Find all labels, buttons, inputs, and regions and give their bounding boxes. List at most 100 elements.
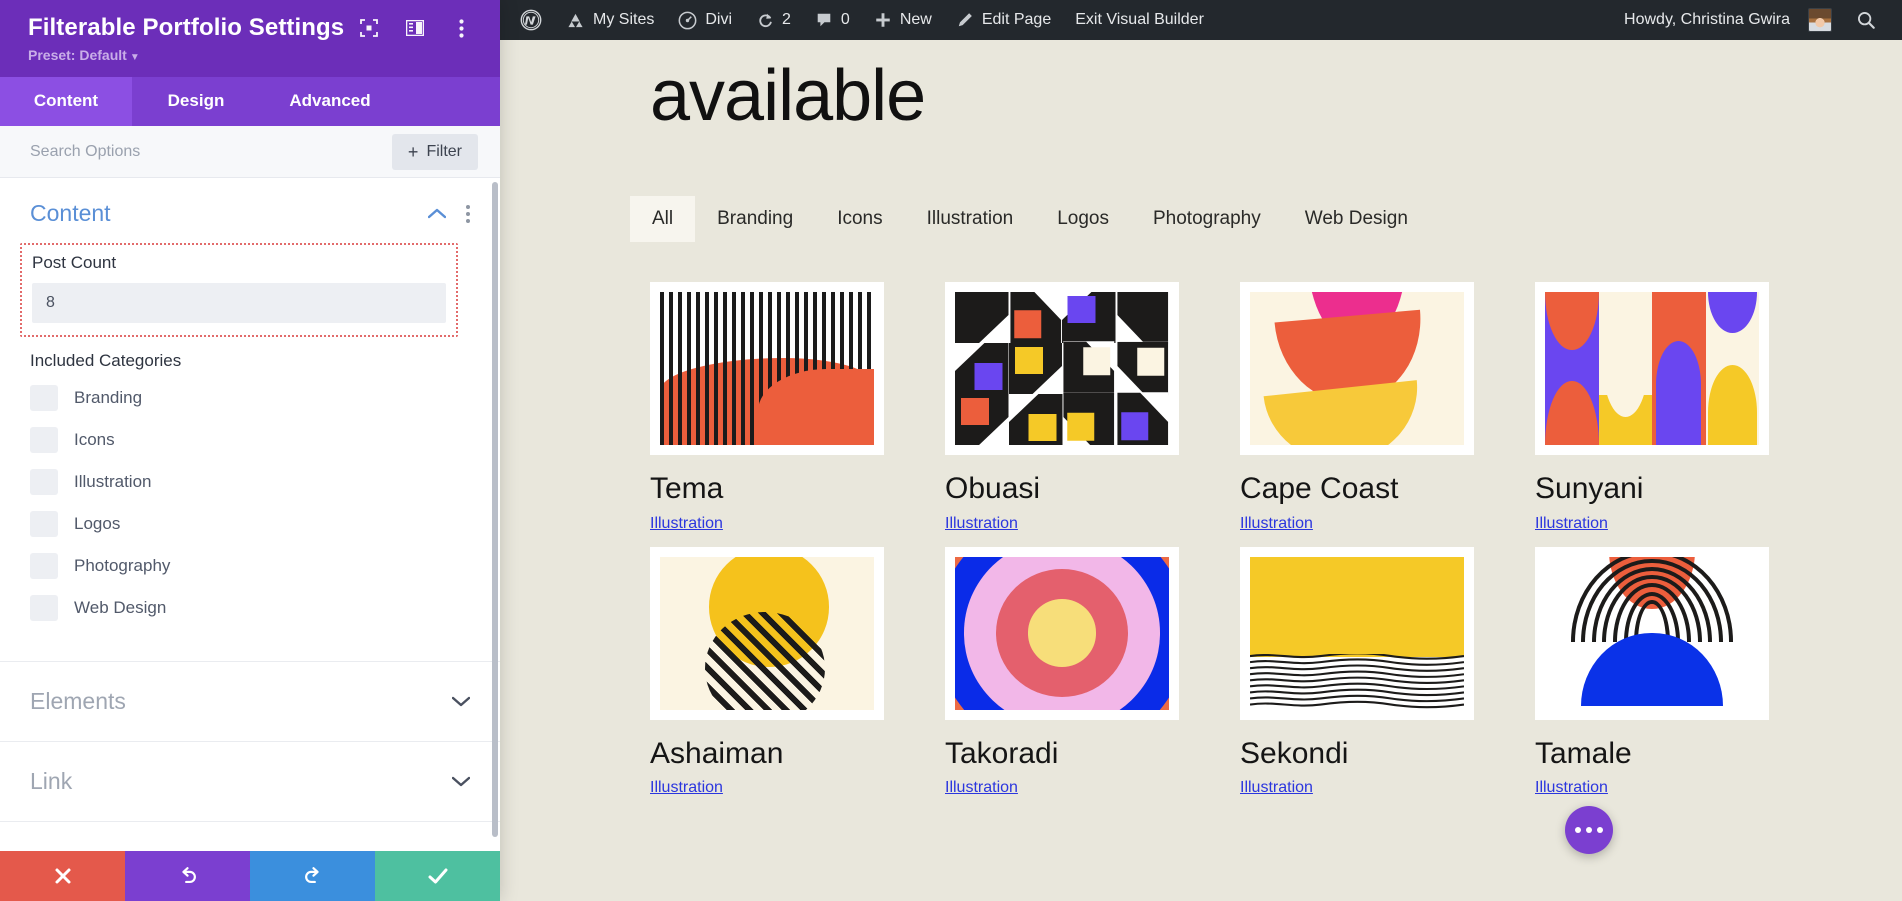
- portfolio-item[interactable]: Sekondi Illustration: [1240, 547, 1474, 798]
- search-input[interactable]: [30, 143, 392, 161]
- portfolio-item[interactable]: Obuasi Illustration: [945, 282, 1179, 533]
- portfolio-category[interactable]: Illustration: [650, 515, 884, 533]
- filter-button[interactable]: + Filter: [392, 134, 478, 170]
- layout-panel-icon[interactable]: [404, 17, 426, 39]
- admin-bar-updates[interactable]: 2: [744, 11, 803, 29]
- portfolio-thumbnail[interactable]: [1535, 282, 1769, 455]
- portfolio-category[interactable]: Illustration: [945, 779, 1179, 797]
- save-button[interactable]: [375, 851, 500, 901]
- admin-bar-label: My Sites: [593, 11, 654, 29]
- tab-advanced[interactable]: Advanced: [260, 77, 400, 126]
- category-branding[interactable]: Branding: [30, 377, 470, 419]
- portfolio-item[interactable]: Tema Illustration: [650, 282, 884, 533]
- artwork-square: [1015, 347, 1043, 374]
- portfolio-item[interactable]: Sunyani Illustration: [1535, 282, 1769, 533]
- chevron-down-icon[interactable]: [452, 696, 470, 707]
- category-logos[interactable]: Logos: [30, 503, 470, 545]
- admin-bar-exit-visual-builder[interactable]: Exit Visual Builder: [1063, 11, 1216, 29]
- more-vertical-icon[interactable]: [450, 17, 472, 39]
- admin-bar-label: Divi: [705, 11, 732, 29]
- panel-body: Content Post Count Included Categories: [0, 178, 500, 851]
- wave-lines: [1250, 654, 1464, 709]
- section-elements-header[interactable]: Elements: [30, 662, 470, 741]
- page-preview-stage: My Sites Divi 2: [500, 0, 1902, 901]
- category-web-design[interactable]: Web Design: [30, 587, 470, 629]
- artwork-tile: [1063, 342, 1114, 396]
- redo-button[interactable]: [250, 851, 375, 901]
- checkbox-logos[interactable]: [30, 511, 58, 537]
- filter-tab-illustration[interactable]: Illustration: [905, 196, 1036, 242]
- admin-bar-wp-logo[interactable]: [512, 9, 554, 31]
- portfolio-category[interactable]: Illustration: [1240, 779, 1474, 797]
- cancel-button[interactable]: [0, 851, 125, 901]
- artwork-dome-arcs: [1545, 557, 1759, 710]
- portfolio-item[interactable]: Ashaiman Illustration: [650, 547, 884, 798]
- section-link-header[interactable]: Link: [30, 742, 470, 821]
- filter-tab-branding[interactable]: Branding: [695, 196, 815, 242]
- tab-content[interactable]: Content: [0, 77, 132, 126]
- section-more-icon[interactable]: [466, 205, 470, 223]
- category-label: Branding: [74, 388, 142, 408]
- preset-label[interactable]: Preset: Default: [28, 47, 127, 63]
- portfolio-thumbnail[interactable]: [945, 282, 1179, 455]
- admin-bar-howdy[interactable]: Howdy, Christina Gwira: [1616, 8, 1844, 32]
- chevron-up-icon[interactable]: [428, 208, 446, 219]
- admin-bar-edit-page[interactable]: Edit Page: [944, 11, 1063, 29]
- panel-scrollbar[interactable]: [492, 182, 498, 837]
- checkbox-icons[interactable]: [30, 427, 58, 453]
- portfolio-thumbnail[interactable]: [650, 547, 884, 720]
- chevron-down-icon[interactable]: [452, 776, 470, 787]
- admin-bar-divi[interactable]: Divi: [666, 11, 744, 30]
- artwork-square: [961, 398, 989, 425]
- category-illustration[interactable]: Illustration: [30, 461, 470, 503]
- tab-design[interactable]: Design: [132, 77, 260, 126]
- section-content-header[interactable]: Content: [30, 178, 470, 241]
- checkbox-web-design[interactable]: [30, 595, 58, 621]
- portfolio-thumbnail[interactable]: [1535, 547, 1769, 720]
- preset-row[interactable]: Preset: Default▼: [28, 47, 478, 65]
- portfolio-category[interactable]: Illustration: [1535, 779, 1769, 797]
- filter-button-label: Filter: [426, 143, 462, 161]
- filter-tab-photography[interactable]: Photography: [1131, 196, 1283, 242]
- portfolio-thumbnail[interactable]: [1240, 547, 1474, 720]
- admin-bar-my-sites[interactable]: My Sites: [554, 11, 666, 29]
- portfolio-title: Sekondi: [1240, 738, 1474, 770]
- checkbox-photography[interactable]: [30, 553, 58, 579]
- category-icons[interactable]: Icons: [30, 419, 470, 461]
- wp-admin-bar: My Sites Divi 2: [500, 0, 1902, 40]
- artwork-square: [974, 363, 1002, 390]
- admin-bar-search[interactable]: [1844, 10, 1888, 30]
- page-content: available All Branding Icons Illustratio…: [500, 40, 1902, 901]
- portfolio-thumbnail[interactable]: [1240, 282, 1474, 455]
- wordpress-logo-icon: [520, 9, 542, 31]
- portfolio-category[interactable]: Illustration: [1240, 515, 1474, 533]
- comments-icon: [815, 11, 833, 29]
- artwork-square: [1014, 310, 1041, 338]
- portfolio-category[interactable]: Illustration: [650, 779, 884, 797]
- admin-bar-new[interactable]: New: [862, 11, 944, 29]
- portfolio-item[interactable]: Takoradi Illustration: [945, 547, 1179, 798]
- filter-tab-logos[interactable]: Logos: [1035, 196, 1131, 242]
- divi-settings-fab[interactable]: [1565, 806, 1613, 854]
- portfolio-item[interactable]: Tamale Illustration: [1535, 547, 1769, 798]
- admin-bar-comments[interactable]: 0: [803, 11, 862, 29]
- post-count-input[interactable]: [32, 283, 446, 323]
- portfolio-thumbnail[interactable]: [945, 547, 1179, 720]
- avatar: [1808, 8, 1832, 32]
- portfolio-category[interactable]: Illustration: [945, 515, 1179, 533]
- artwork-tile: [1117, 292, 1168, 344]
- undo-button[interactable]: [125, 851, 250, 901]
- category-photography[interactable]: Photography: [30, 545, 470, 587]
- checkbox-branding[interactable]: [30, 385, 58, 411]
- portfolio-item[interactable]: Cape Coast Illustration: [1240, 282, 1474, 533]
- ellipsis-icon: [1586, 827, 1592, 833]
- portfolio-title: Tamale: [1535, 738, 1769, 770]
- portfolio-category[interactable]: Illustration: [1535, 515, 1769, 533]
- portfolio-thumbnail[interactable]: [650, 282, 884, 455]
- focus-icon[interactable]: [358, 17, 380, 39]
- filter-tab-all[interactable]: All: [630, 196, 695, 242]
- filter-tab-web-design[interactable]: Web Design: [1283, 196, 1430, 242]
- filter-tab-icons[interactable]: Icons: [815, 196, 904, 242]
- checkbox-illustration[interactable]: [30, 469, 58, 495]
- portfolio-filter-tabs: All Branding Icons Illustration Logos Ph…: [630, 196, 1902, 242]
